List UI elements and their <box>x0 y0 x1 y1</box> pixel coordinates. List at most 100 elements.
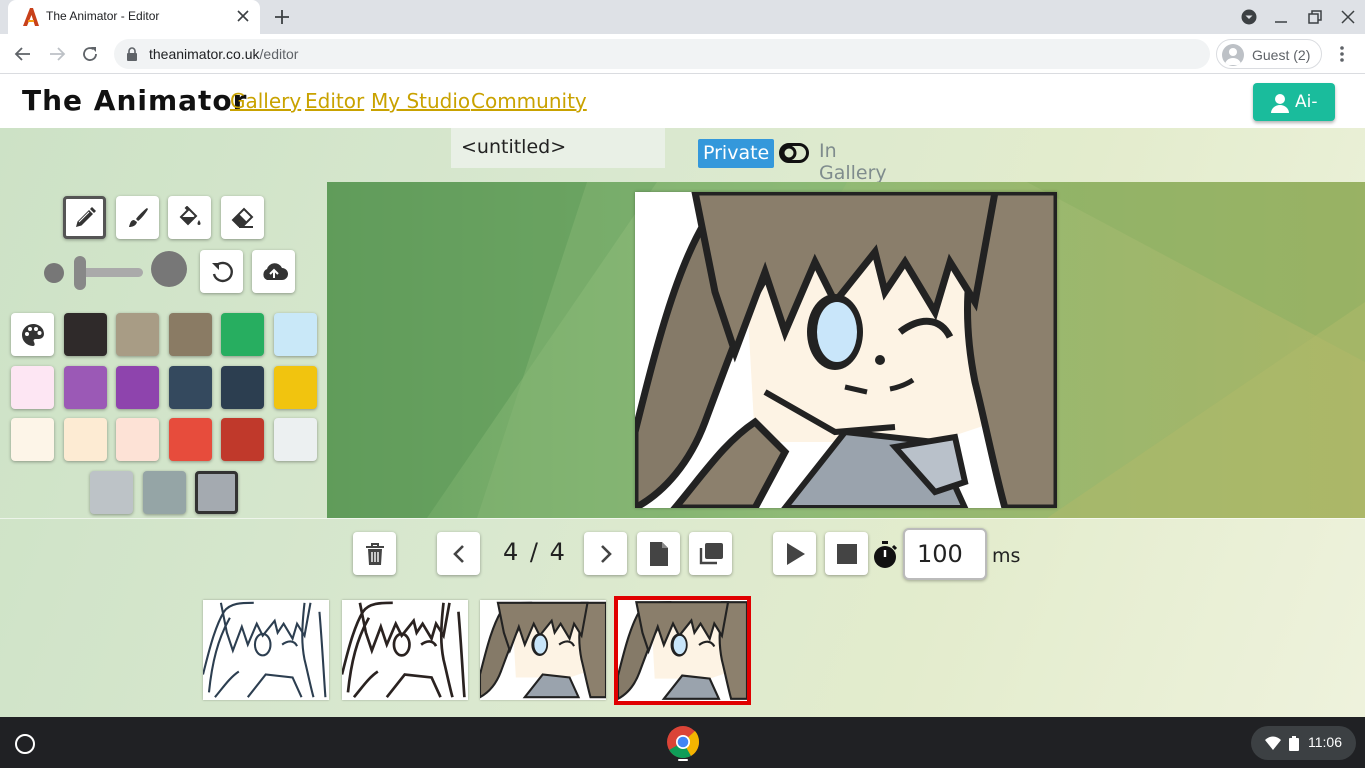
color-swatch-18[interactable] <box>90 470 133 514</box>
color-swatch-17[interactable] <box>274 418 317 462</box>
reload-icon[interactable] <box>80 44 100 64</box>
chrome-app-icon[interactable] <box>666 725 700 761</box>
privacy-toggle[interactable]: Private In Gallery <box>698 139 908 184</box>
in-gallery-label[interactable]: In Gallery <box>819 140 908 184</box>
browser-toolbar: theanimator.co.uk/editor Guest (2) <box>0 34 1365 74</box>
color-swatch-12[interactable] <box>11 418 54 462</box>
browser-tabstrip: The Animator - Editor <box>0 0 1365 34</box>
chevron-left-icon <box>452 544 464 563</box>
frame-4-colored <box>618 601 747 701</box>
private-label[interactable]: Private <box>698 139 775 168</box>
profile-button[interactable]: Guest (2) <box>1216 39 1322 69</box>
undo-button[interactable] <box>200 250 243 293</box>
color-swatch-11[interactable] <box>274 365 317 409</box>
wifi-icon <box>1265 736 1281 750</box>
address-bar[interactable]: theanimator.co.uk/editor <box>114 39 1210 69</box>
eraser-tool-button[interactable] <box>221 196 264 239</box>
profile-label: Guest (2) <box>1252 47 1311 63</box>
custom-color-button[interactable] <box>11 313 54 356</box>
color-swatch-9[interactable] <box>168 365 212 409</box>
frame-filmstrip <box>0 596 1365 712</box>
launcher-icon[interactable] <box>15 734 35 754</box>
color-swatch-5[interactable] <box>274 313 317 356</box>
new-tab-icon[interactable] <box>273 8 291 26</box>
color-swatch-6[interactable] <box>11 365 54 409</box>
paint-bucket-icon <box>179 205 200 225</box>
browser-tab[interactable]: The Animator - Editor <box>8 0 260 34</box>
frame-1-sketch <box>203 601 329 698</box>
user-icon <box>1271 94 1289 113</box>
close-window-icon[interactable] <box>1340 9 1356 25</box>
stop-icon <box>836 543 857 564</box>
upload-button[interactable] <box>252 250 295 293</box>
delay-unit-label: ms <box>992 545 1021 567</box>
frame-thumbnail-3[interactable] <box>480 600 606 700</box>
nav-editor[interactable]: Editor <box>305 89 364 113</box>
copy-frame-icon <box>699 542 723 564</box>
brush-tool-button[interactable] <box>116 196 159 239</box>
color-swatch-8[interactable] <box>116 365 160 409</box>
animation-title-text: <untitled> <box>461 136 567 158</box>
color-swatch-2[interactable] <box>116 313 160 356</box>
new-frame-button[interactable] <box>637 532 680 575</box>
nav-my-studio[interactable]: My Studio <box>371 89 470 113</box>
frame-counter: 4 / 4 <box>503 538 567 566</box>
drawing-canvas[interactable] <box>635 192 1057 508</box>
frame-thumbnail-4[interactable] <box>614 596 751 705</box>
animation-controls: 4 / 4 100 ms <box>0 528 1365 582</box>
eraser-icon <box>231 207 253 228</box>
next-frame-button[interactable] <box>584 532 627 575</box>
animation-title-input[interactable]: <untitled> <box>451 128 665 168</box>
lock-icon <box>127 47 137 61</box>
color-swatch-16[interactable] <box>221 418 265 462</box>
tab-search-icon[interactable] <box>1241 9 1257 25</box>
animator-favicon-icon <box>23 8 39 26</box>
frame-thumbnail-2[interactable] <box>342 600 468 700</box>
color-swatch-4[interactable] <box>221 313 265 356</box>
color-swatch-13[interactable] <box>63 418 107 462</box>
user-menu-button[interactable]: Ai- <box>1253 83 1335 121</box>
brush-size-min-indicator <box>44 263 64 283</box>
browser-menu-icon[interactable] <box>1334 44 1350 64</box>
back-arrow-icon[interactable] <box>13 44 33 64</box>
color-swatch-20[interactable] <box>195 470 239 514</box>
pencil-tool-button[interactable] <box>63 196 106 239</box>
color-swatch-7[interactable] <box>63 365 107 409</box>
color-swatch-3[interactable] <box>168 313 212 356</box>
frame-delay-input[interactable]: 100 <box>903 528 987 580</box>
battery-icon <box>1289 736 1299 751</box>
delete-frame-button[interactable] <box>353 532 396 575</box>
guest-avatar-icon <box>1222 44 1244 66</box>
pencil-icon <box>75 206 96 227</box>
brush-size-slider-handle[interactable] <box>74 256 86 290</box>
nav-community[interactable]: Community <box>471 89 587 113</box>
play-button[interactable] <box>773 532 816 575</box>
copy-frame-button[interactable] <box>689 532 732 575</box>
color-swatch-1[interactable] <box>63 313 107 356</box>
status-tray[interactable]: 11:06 <box>1251 726 1356 760</box>
fill-tool-button[interactable] <box>168 196 211 239</box>
color-swatch-10[interactable] <box>221 365 265 409</box>
url-path: /editor <box>259 46 299 62</box>
minimize-window-icon[interactable] <box>1273 9 1289 25</box>
previous-frame-button[interactable] <box>437 532 480 575</box>
color-swatch-15[interactable] <box>168 418 212 462</box>
nav-gallery[interactable]: Gallery <box>230 89 301 113</box>
color-swatch-19[interactable] <box>142 470 186 514</box>
close-tab-icon[interactable] <box>234 7 252 25</box>
site-header: The Animator Gallery Editor My Studio Co… <box>0 75 1365 128</box>
frame-thumbnail-1[interactable] <box>203 600 329 700</box>
color-swatch-14[interactable] <box>116 418 160 462</box>
restore-window-icon[interactable] <box>1307 9 1323 25</box>
section-divider <box>0 518 1365 519</box>
palette-icon <box>21 323 44 346</box>
site-logo[interactable]: The Animator <box>22 84 247 117</box>
stop-button[interactable] <box>825 532 868 575</box>
system-clock: 11:06 <box>1308 734 1342 750</box>
stopwatch-icon <box>874 541 897 568</box>
toggle-switch-icon[interactable] <box>779 143 809 163</box>
forward-arrow-icon[interactable] <box>47 44 67 64</box>
chevron-right-icon <box>600 544 612 563</box>
play-icon <box>786 542 805 565</box>
brush-size-slider[interactable] <box>77 268 143 277</box>
